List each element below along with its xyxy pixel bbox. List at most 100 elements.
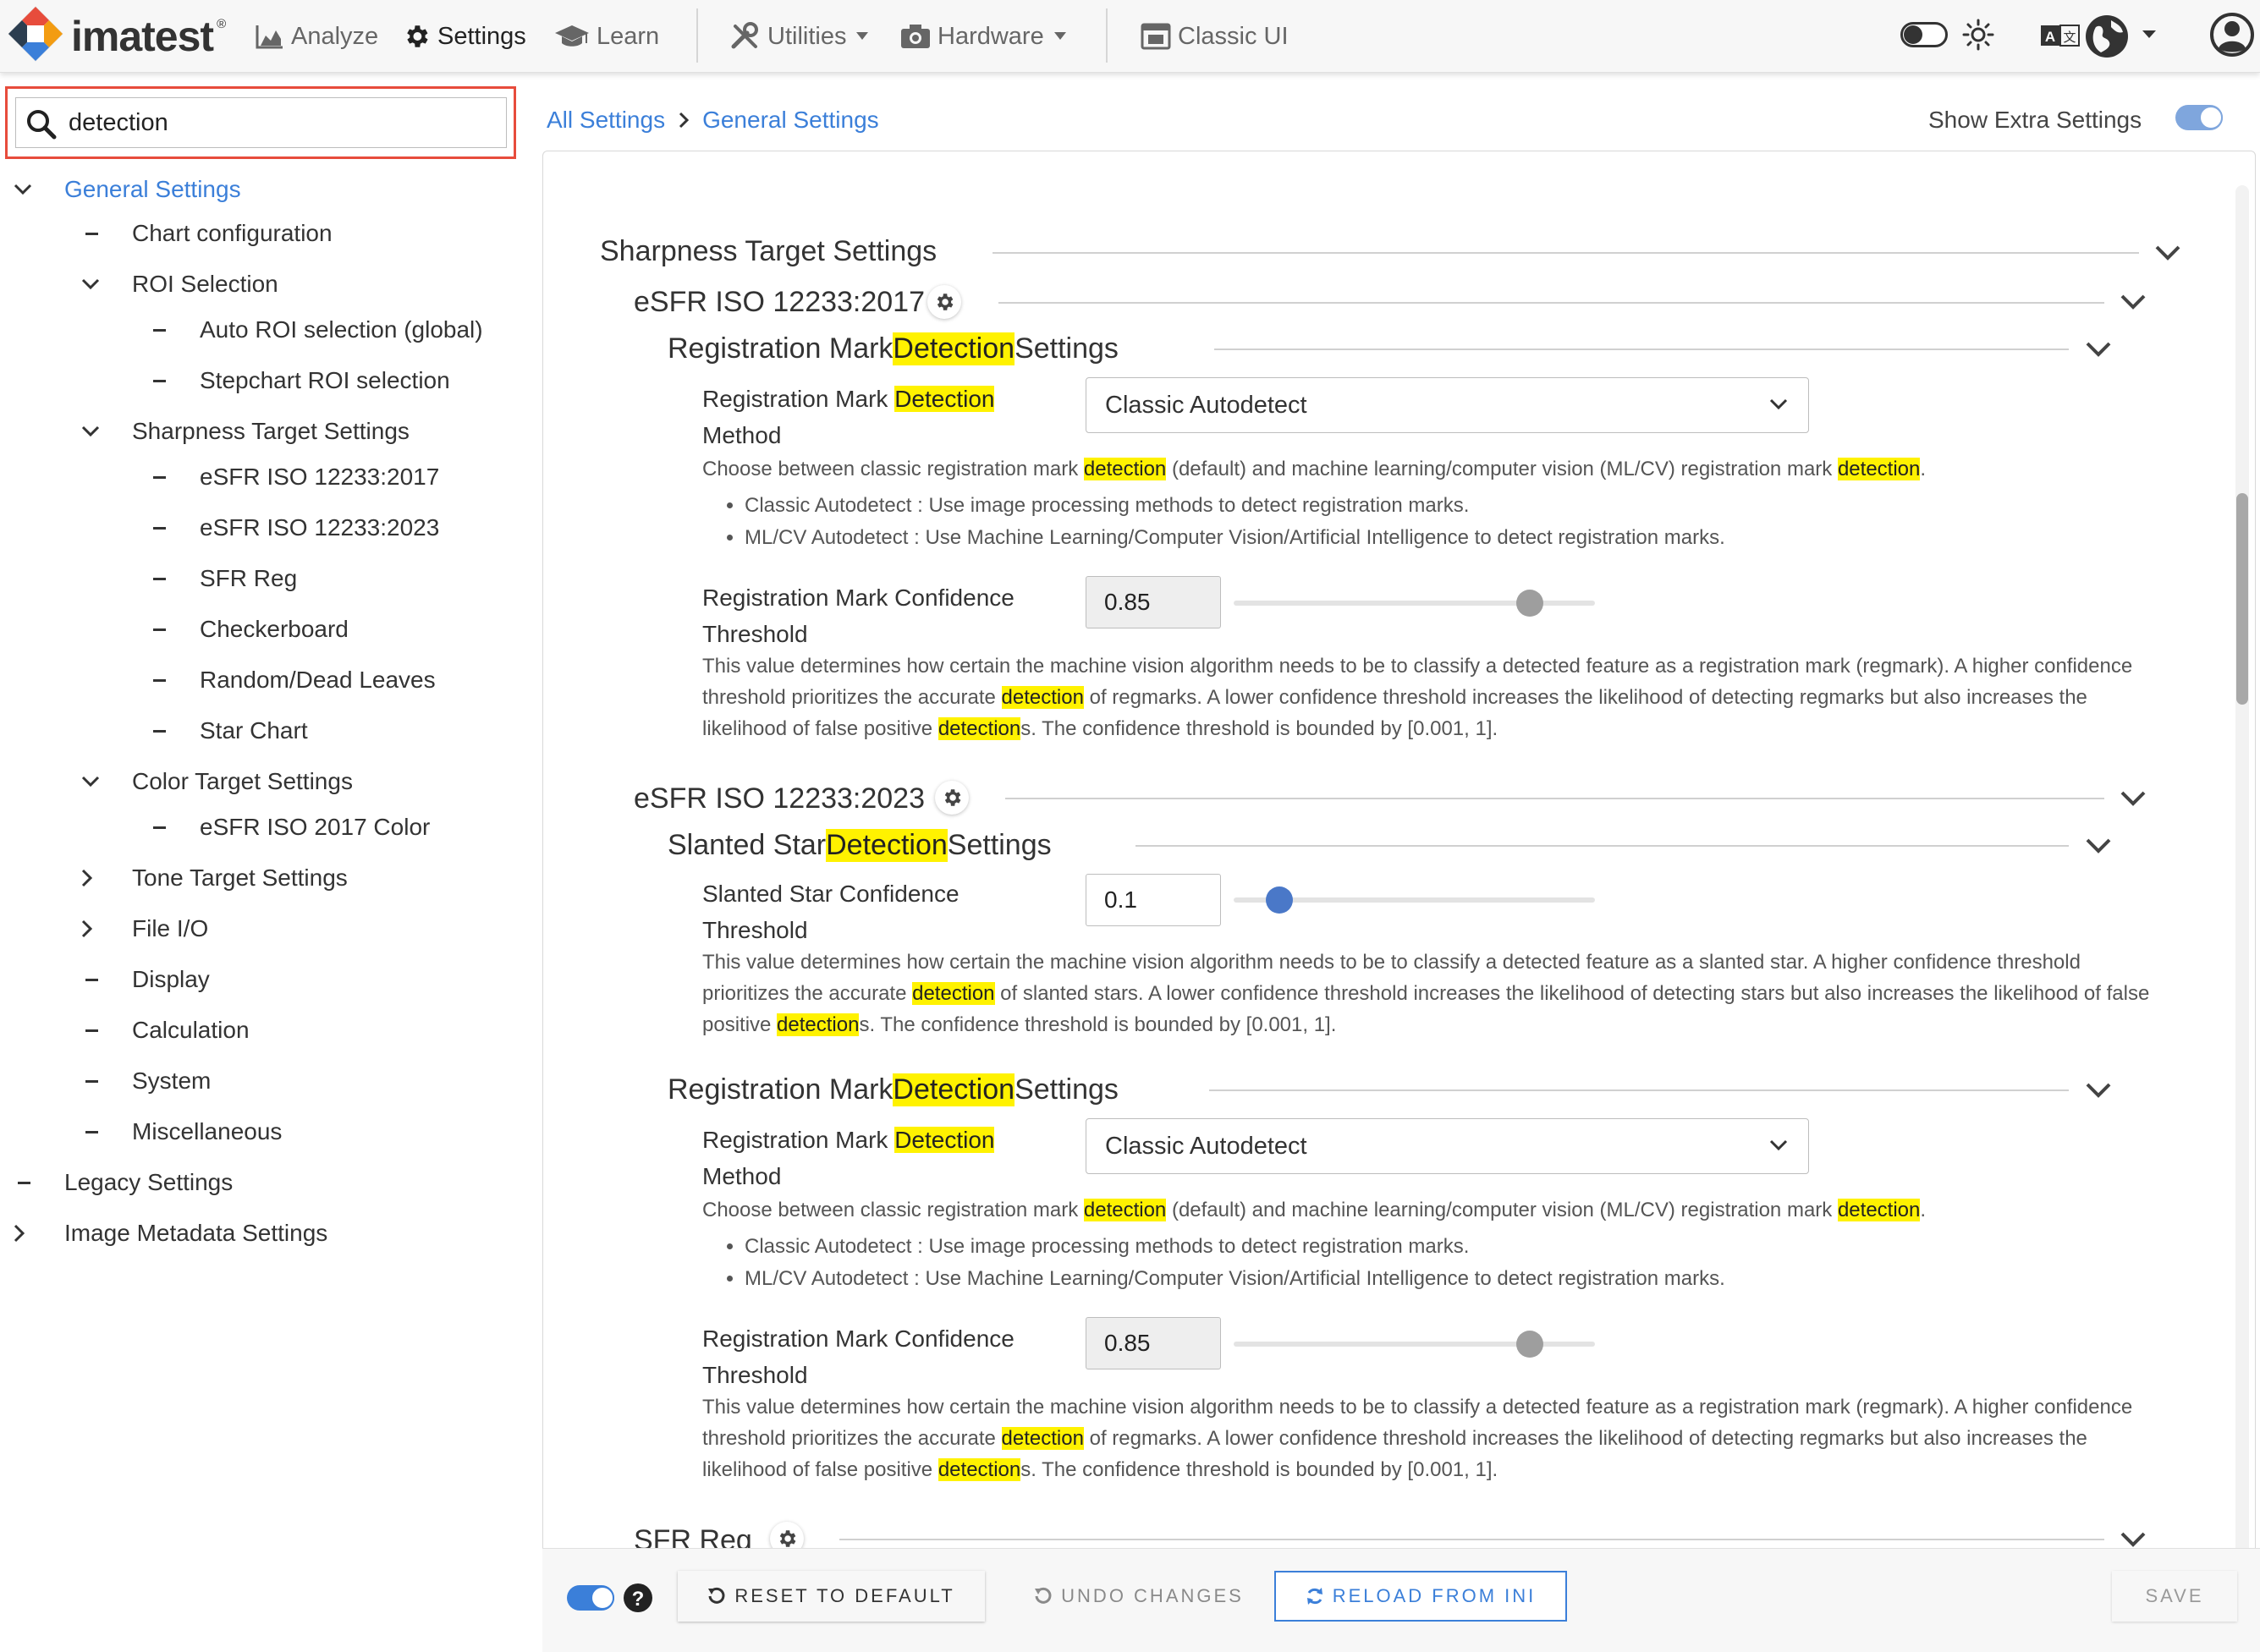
- tree-item-roi-selection[interactable]: ROI Selection: [81, 266, 278, 303]
- tree-item-auto-roi-selection[interactable]: Auto ROI selection (global): [149, 311, 483, 349]
- show-extra-settings-toggle[interactable]: [2175, 105, 2223, 130]
- reg-method-select-2023[interactable]: Classic Autodetect: [1086, 1118, 1809, 1174]
- star-confidence-label: Slanted Star Confidence Threshold: [702, 881, 960, 943]
- help-icon[interactable]: ?: [623, 1583, 653, 1613]
- nav-utilities[interactable]: Utilities: [730, 17, 875, 56]
- reg-confidence-input-2017[interactable]: 0.85: [1086, 576, 1221, 628]
- save-button[interactable]: SAVE: [2112, 1571, 2237, 1622]
- section-title-reg-mark-detection-2017: Registration Mark Detection Settings: [668, 332, 1119, 365]
- chevron-down-icon[interactable]: [2154, 244, 2181, 261]
- reg-confidence-slider-thumb-2023[interactable]: [1516, 1331, 1543, 1358]
- imatest-logo-icon: [8, 6, 63, 62]
- leaf-dash-icon: [153, 475, 166, 479]
- star-confidence-description: This value determines how certain the ma…: [702, 951, 2150, 1036]
- breadcrumb: All Settings General Settings: [547, 103, 879, 137]
- section-title-slanted-star-detection: Slanted Star Detection Settings: [668, 828, 1052, 862]
- chevron-down-icon: [81, 776, 100, 788]
- leaf-dash-icon: [153, 526, 166, 530]
- list-item: Classic Autodetect : Use image processin…: [745, 490, 2183, 522]
- chevron-right-icon: [81, 919, 93, 938]
- chevron-down-icon[interactable]: [2085, 837, 2112, 854]
- breadcrumb-general-settings[interactable]: General Settings: [702, 107, 879, 134]
- search-highlight-frame: [5, 86, 516, 159]
- tree-item-display[interactable]: Display: [81, 961, 210, 998]
- chevron-right-icon: [81, 869, 93, 887]
- scrollbar-track[interactable]: [2235, 185, 2249, 1556]
- undo-icon: [1035, 1587, 1052, 1604]
- footer-toggle[interactable]: [567, 1585, 614, 1611]
- tree-item-esfr-2023[interactable]: eSFR ISO 12233:2023: [149, 509, 439, 546]
- tree-item-miscellaneous[interactable]: Miscellaneous: [81, 1113, 282, 1150]
- undo-changes-button[interactable]: UNDO CHANGES: [991, 1571, 1287, 1622]
- tree-item-legacy-settings[interactable]: Legacy Settings: [14, 1164, 233, 1201]
- tree-item-color-target-settings[interactable]: Color Target Settings: [81, 763, 353, 800]
- tree-item-sharpness-target-settings[interactable]: Sharpness Target Settings: [81, 413, 410, 450]
- nav-learn[interactable]: Learn: [554, 17, 659, 56]
- chevron-down-icon[interactable]: [2120, 790, 2147, 807]
- star-confidence-slider-thumb[interactable]: [1266, 886, 1293, 914]
- gear-icon: [407, 25, 428, 47]
- chevron-down-icon: [1769, 1139, 1788, 1151]
- chevron-down-icon: [856, 32, 869, 40]
- tree-item-checkerboard[interactable]: Checkerboard: [149, 611, 349, 648]
- tree-item-chart-configuration[interactable]: Chart configuration: [81, 215, 333, 252]
- esfr-2017-settings-button[interactable]: [927, 285, 961, 319]
- tree-item-image-metadata-settings[interactable]: Image Metadata Settings: [14, 1215, 327, 1252]
- tree-item-esfr-2017-color[interactable]: eSFR ISO 2017 Color: [149, 809, 430, 846]
- tools-icon: [731, 22, 758, 49]
- globe-icon[interactable]: [2084, 14, 2130, 59]
- tree-item-system[interactable]: System: [81, 1062, 211, 1100]
- tree-item-general-settings[interactable]: General Settings: [14, 171, 241, 208]
- settings-main: All Settings General Settings Show Extra…: [542, 73, 2260, 1652]
- dark-mode-toggle[interactable]: [1900, 22, 1948, 47]
- translate-icon[interactable]: A 文: [2040, 24, 2081, 47]
- sun-icon[interactable]: [1962, 19, 1994, 51]
- reg-method-label-2023: Registration Mark Detection Method: [702, 1127, 995, 1189]
- tree-item-esfr-2017[interactable]: eSFR ISO 12233:2017: [149, 458, 439, 496]
- reload-from-ini-button[interactable]: RELOAD FROM INI: [1274, 1571, 1567, 1622]
- section-divider: [1214, 349, 2069, 350]
- user-avatar-icon[interactable]: [2209, 12, 2255, 58]
- chevron-down-icon[interactable]: [2085, 1082, 2112, 1099]
- nav-hardware[interactable]: Hardware: [900, 17, 1073, 56]
- esfr-2023-settings-button[interactable]: [935, 781, 969, 815]
- leaf-dash-icon: [153, 628, 166, 631]
- section-divider: [1135, 845, 2069, 847]
- reg-confidence-input-2023[interactable]: 0.85: [1086, 1317, 1221, 1369]
- tree-item-sfr-reg[interactable]: SFR Reg: [149, 560, 297, 597]
- reset-to-default-button[interactable]: RESET TO DEFAULT: [678, 1571, 985, 1622]
- settings-footer: ? RESET TO DEFAULT UNDO CHANGES RELOAD F…: [542, 1548, 2260, 1652]
- leaf-dash-icon: [18, 1181, 30, 1184]
- reg-method-select-2017[interactable]: Classic Autodetect: [1086, 377, 1809, 433]
- refresh-icon: [1306, 1588, 1322, 1605]
- chevron-down-icon: [1769, 398, 1788, 410]
- section-divider: [993, 252, 2139, 254]
- leaf-dash-icon: [85, 1079, 98, 1083]
- chevron-down-icon[interactable]: [2085, 341, 2112, 358]
- search-input[interactable]: [69, 103, 492, 142]
- svg-text:文: 文: [2063, 30, 2076, 45]
- chevron-down-icon: [81, 425, 100, 437]
- tree-item-random-dead-leaves[interactable]: Random/Dead Leaves: [149, 661, 436, 699]
- svg-text:A: A: [2045, 29, 2055, 45]
- nav-settings[interactable]: Settings: [402, 17, 526, 56]
- nav-classic-ui[interactable]: Classic UI: [1141, 17, 1289, 56]
- reg-confidence-label-2017: Registration Mark Confidence Threshold: [702, 585, 1015, 647]
- star-confidence-input[interactable]: 0.1: [1086, 874, 1221, 926]
- svg-text:?: ?: [632, 1588, 645, 1611]
- tree-item-calculation[interactable]: Calculation: [81, 1012, 250, 1049]
- tree-item-stepchart-roi-selection[interactable]: Stepchart ROI selection: [149, 362, 450, 399]
- language-caret-icon[interactable]: [2142, 30, 2156, 39]
- breadcrumb-all-settings[interactable]: All Settings: [547, 107, 665, 134]
- section-divider: [998, 302, 2104, 304]
- top-navigation-bar: imatest ® Analyze Settings Learn Utilitie…: [0, 0, 2260, 73]
- search-icon: [27, 110, 57, 140]
- tree-item-tone-target-settings[interactable]: Tone Target Settings: [81, 859, 348, 897]
- chevron-down-icon[interactable]: [2120, 294, 2147, 310]
- scrollbar-thumb[interactable]: [2236, 493, 2248, 705]
- tree-item-file-io[interactable]: File I/O: [81, 910, 208, 947]
- nav-analyze[interactable]: Analyze: [256, 17, 378, 56]
- reg-confidence-slider-thumb-2017[interactable]: [1516, 590, 1543, 617]
- tree-item-star-chart[interactable]: Star Chart: [149, 712, 308, 749]
- chevron-down-icon[interactable]: [2120, 1531, 2147, 1548]
